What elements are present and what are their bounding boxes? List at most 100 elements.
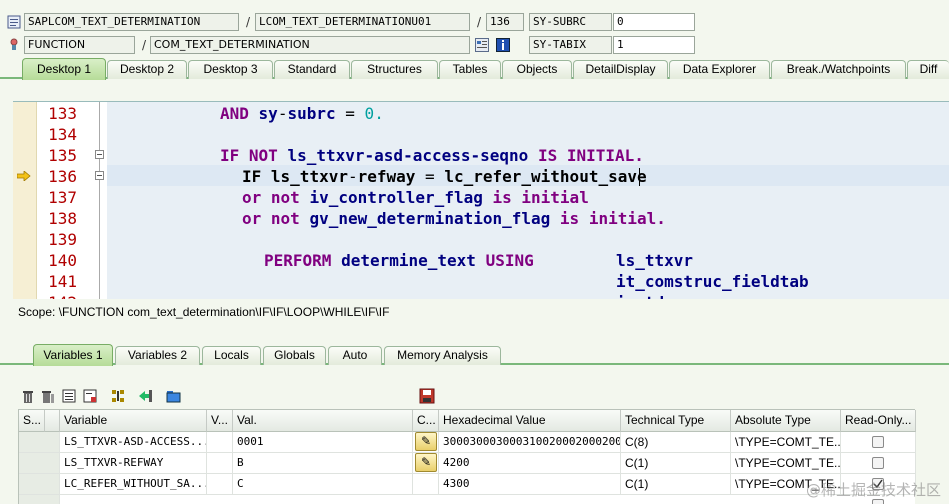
- fold-line: [99, 102, 100, 299]
- text-cursor: [639, 168, 640, 186]
- include-field[interactable]: LCOM_TEXT_DETERMINATIONU01: [255, 13, 470, 31]
- col-header-technical-type[interactable]: Technical Type: [621, 410, 731, 432]
- col-header-change[interactable]: C...: [413, 410, 439, 432]
- function-icon: [7, 37, 21, 51]
- row-selector[interactable]: [19, 432, 60, 453]
- program-field[interactable]: SAPLCOM_TEXT_DETERMINATION: [24, 13, 239, 31]
- value-cell[interactable]: 0001: [233, 432, 413, 453]
- row-selector[interactable]: [19, 495, 60, 504]
- code-line-140: PERFORM determine_text USING: [264, 251, 534, 270]
- col-header-status[interactable]: S...: [19, 410, 45, 432]
- line-number: 136: [48, 167, 77, 186]
- tab-desktop-2[interactable]: Desktop 2: [107, 60, 187, 79]
- info-icon[interactable]: [496, 38, 510, 52]
- variables-table: S... Variable V... Val. C... Hexadecimal…: [18, 409, 916, 504]
- code-editor[interactable]: 133 134 135 136 137 138 139 140 141 142 …: [13, 101, 949, 299]
- code-line-142: iv_tdname: [616, 292, 703, 299]
- line-number: 133: [48, 104, 77, 123]
- col-header-readonly[interactable]: Read-Only...: [841, 410, 916, 432]
- edit-pencil-icon[interactable]: ✎: [415, 432, 437, 451]
- folder-icon[interactable]: [166, 388, 182, 404]
- save-variables-icon[interactable]: [82, 388, 98, 404]
- row-selector[interactable]: [19, 453, 60, 474]
- program-icon: [7, 15, 21, 29]
- value-cell[interactable]: B: [233, 453, 413, 474]
- variable-cell[interactable]: LS_TTXVR-ASD-ACCESS...: [60, 432, 207, 453]
- code-line-133: AND sy-subrc = 0.: [220, 104, 384, 123]
- delete-all-icon[interactable]: [40, 388, 56, 404]
- col-header-absolute-type[interactable]: Absolute Type: [731, 410, 841, 432]
- variable-list-icon[interactable]: [61, 388, 77, 404]
- tab-data-explorer[interactable]: Data Explorer: [669, 60, 770, 79]
- code-line-135: IF NOT ls_ttxvr-asd-access-seqno IS INIT…: [220, 146, 644, 165]
- tab-diff[interactable]: Diff: [907, 60, 949, 79]
- type-field[interactable]: FUNCTION: [24, 36, 135, 54]
- tab-variables-1[interactable]: Variables 1: [33, 344, 113, 366]
- separator: /: [246, 15, 251, 29]
- layout-icon[interactable]: [475, 38, 489, 52]
- separator: /: [477, 15, 482, 29]
- technical-type-cell: C(1): [621, 453, 731, 474]
- v-cell: [207, 474, 233, 495]
- hierarchy-icon[interactable]: [110, 388, 126, 404]
- readonly-checkbox[interactable]: [872, 457, 884, 469]
- technical-type-cell: C(8): [621, 432, 731, 453]
- line-field[interactable]: 136: [486, 13, 524, 31]
- tab-standard[interactable]: Standard: [274, 60, 350, 79]
- tab-globals[interactable]: Globals: [263, 346, 326, 365]
- tab-locals[interactable]: Locals: [202, 346, 261, 365]
- col-header-hex[interactable]: Hexadecimal Value: [439, 410, 621, 432]
- fold-toggle-135[interactable]: [95, 150, 104, 159]
- tab-desktop-1[interactable]: Desktop 1: [22, 58, 106, 80]
- col-header-value[interactable]: Val.: [233, 410, 413, 432]
- col-header-status-gap: [45, 410, 60, 432]
- tab-desktop-3[interactable]: Desktop 3: [188, 60, 273, 79]
- tab-breakpoints[interactable]: Break./Watchpoints: [771, 60, 906, 79]
- line-number: 139: [48, 230, 77, 249]
- code-line-138: or not gv_new_determination_flag is init…: [242, 209, 666, 228]
- floppy-save-icon[interactable]: [419, 388, 435, 404]
- tab-memory-analysis[interactable]: Memory Analysis: [384, 346, 501, 365]
- navigate-icon[interactable]: [138, 388, 154, 404]
- code-line-141: it_comstruc_fieldtab: [616, 272, 809, 291]
- function-name-field[interactable]: COM_TEXT_DETERMINATION: [150, 36, 470, 54]
- line-number: 138: [48, 209, 77, 228]
- tab-auto[interactable]: Auto: [328, 346, 382, 365]
- scope-path: Scope: \FUNCTION com_text_determination\…: [18, 305, 390, 319]
- tab-detaildisplay[interactable]: DetailDisplay: [573, 60, 668, 79]
- line-number: 141: [48, 272, 77, 291]
- sysvar2-value[interactable]: 1: [613, 36, 695, 54]
- desktop-tabbar: Desktop 1 Desktop 2 Desktop 3 Standard S…: [0, 57, 949, 80]
- col-header-variable[interactable]: Variable: [60, 410, 207, 432]
- hex-cell: 4300: [439, 474, 621, 495]
- technical-type-cell: C(1): [621, 474, 731, 495]
- separator: /: [142, 38, 147, 52]
- line-number: 140: [48, 251, 77, 270]
- current-line-arrow-icon: [16, 170, 31, 182]
- fold-toggle-136[interactable]: [95, 171, 104, 180]
- sysvar1-name[interactable]: SY-SUBRC: [529, 13, 612, 31]
- line-number: 142: [41, 292, 77, 299]
- line-number: 137: [48, 188, 77, 207]
- row-selector[interactable]: [19, 474, 60, 495]
- tab-structures[interactable]: Structures: [351, 60, 438, 79]
- breakpoint-gutter[interactable]: [13, 102, 37, 299]
- tab-objects[interactable]: Objects: [502, 60, 572, 79]
- value-cell[interactable]: C: [233, 474, 413, 495]
- sysvar2-name[interactable]: SY-TABIX: [529, 36, 612, 54]
- readonly-checkbox[interactable]: [872, 436, 884, 448]
- tab-variables-2[interactable]: Variables 2: [115, 346, 200, 365]
- delete-icon[interactable]: [20, 388, 36, 404]
- code-line-137: or not iv_controller_flag is initial: [242, 188, 589, 207]
- sysvar1-value[interactable]: 0: [613, 13, 695, 31]
- change-cell: [413, 474, 439, 495]
- tab-tables[interactable]: Tables: [439, 60, 501, 79]
- variable-cell[interactable]: LS_TTXVR-REFWAY: [60, 453, 207, 474]
- variable-cell[interactable]: LC_REFER_WITHOUT_SA...: [60, 474, 207, 495]
- edit-pencil-icon[interactable]: ✎: [415, 453, 437, 472]
- hex-cell: 4200: [439, 453, 621, 474]
- absolute-type-cell: \TYPE=COMT_TE...: [731, 453, 841, 474]
- line-number: 134: [48, 125, 77, 144]
- col-header-v[interactable]: V...: [207, 410, 233, 432]
- code-line-136: IF ls_ttxvr-refway = lc_refer_without_sa…: [242, 167, 647, 186]
